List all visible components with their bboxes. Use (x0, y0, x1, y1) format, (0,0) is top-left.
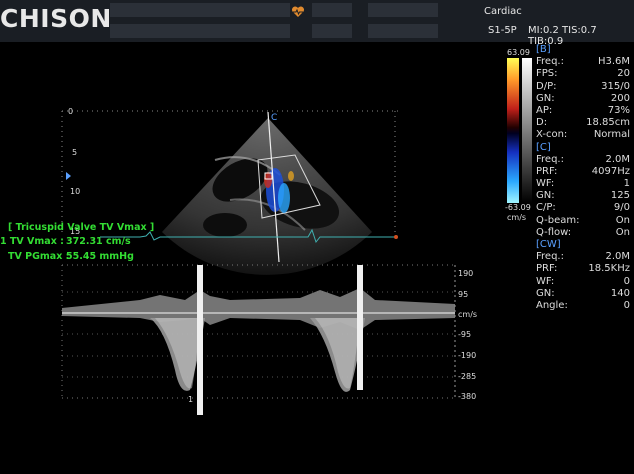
param-row: X-con: Normal (536, 129, 630, 141)
depth-tick-10: 10 (70, 187, 81, 196)
velocity-tick-95: 95 (458, 290, 469, 299)
param-label: WF: (536, 178, 555, 190)
orientation-marker: C (271, 113, 278, 123)
param-section-header: [C] (536, 142, 630, 154)
param-row: GN: 140 (536, 288, 630, 300)
param-label: AP: (536, 104, 553, 116)
param-row: FPS: 20 (536, 68, 630, 80)
param-section-header: [CW] (536, 239, 630, 251)
gray-map-bar (522, 58, 532, 203)
param-value: 9/0 (613, 202, 630, 214)
param-row: PRF: 18.5KHz (536, 263, 630, 275)
param-value: H3.6M (597, 56, 630, 68)
param-value: Normal (593, 129, 630, 141)
param-label: Freq.: (536, 153, 564, 165)
param-row: GN: 125 (536, 190, 630, 202)
param-row: PRF: 4097Hz (536, 166, 630, 178)
param-row: WF: 1 (536, 178, 630, 190)
param-value: On (615, 226, 630, 238)
param-label: WF: (536, 275, 555, 287)
param-value: 18.85cm (586, 117, 630, 129)
param-row: AP: 73% (536, 105, 630, 117)
measurement-value-vmax: 372.31 cm/s (66, 236, 131, 247)
velocity-tick-190: 190 (458, 269, 474, 278)
ecg-marker (394, 235, 398, 239)
section-label: [B] (536, 44, 551, 55)
param-label: Q-flow: (536, 226, 572, 238)
param-row: C/P: 9/0 (536, 202, 630, 214)
param-row: Freq.: 2.0M (536, 251, 630, 263)
param-value: 315/0 (601, 80, 630, 92)
param-value: 0 (623, 299, 630, 311)
param-value: On (615, 214, 630, 226)
caliper-label: 1 (188, 395, 194, 404)
parameter-panel: [B] Freq.: H3.6M FPS: 20 D/P: 315/0 GN: 200 AP: 73… (536, 44, 630, 312)
velocity-unit: cm/s (458, 310, 478, 319)
param-label: PRF: (536, 165, 558, 177)
param-row: GN: 200 (536, 93, 630, 105)
param-value: 4097Hz (591, 165, 630, 177)
param-label: D: (536, 117, 548, 129)
color-velocity-bar (507, 58, 519, 203)
param-label: GN: (536, 92, 555, 104)
param-section-header: [B] (536, 44, 630, 56)
param-value: 125 (610, 190, 630, 202)
param-label: GN: (536, 287, 555, 299)
measurement-label-pgmax: TV PGmax : (8, 251, 70, 262)
param-label: C/P: (536, 202, 556, 214)
param-value: 2.0M (605, 153, 630, 165)
param-row: D: 18.85cm (536, 117, 630, 129)
param-row: WF: 0 (536, 276, 630, 288)
param-row: Freq.: H3.6M (536, 56, 630, 68)
param-label: Q-beam: (536, 214, 580, 226)
param-row: Q-beam: On (536, 215, 630, 227)
param-row: Q-flow: On (536, 227, 630, 239)
focus-marker-icon[interactable] (66, 172, 71, 180)
velocity-tick-neg380: -380 (458, 392, 477, 401)
param-label: Freq.: (536, 251, 564, 263)
measurement-label-vmax: 1 TV Vmax : (0, 236, 64, 247)
velocity-tick-neg95: -95 (458, 330, 472, 339)
velocity-tick-neg190: -190 (458, 351, 477, 360)
velocity-tick-neg285: -285 (458, 372, 477, 381)
measurement-title: [ Tricuspid Valve TV Vmax ] (8, 222, 155, 233)
param-row: Angle: 0 (536, 300, 630, 312)
measurement-value-pgmax: 55.45 mmHg (66, 251, 134, 262)
param-value: 200 (610, 92, 630, 104)
param-value: 20 (617, 68, 630, 80)
param-label: X-con: (536, 129, 568, 141)
param-value: 18.5KHz (588, 263, 630, 275)
param-value: 1 (623, 178, 630, 190)
section-label: [CW] (536, 239, 561, 250)
colorbar-unit: cm/s (507, 213, 527, 222)
param-value: 140 (610, 287, 630, 299)
param-label: Freq.: (536, 56, 564, 68)
param-value: 2.0M (605, 251, 630, 263)
doppler-spectrum (61, 264, 456, 415)
depth-tick-5: 5 (72, 148, 78, 157)
section-label: [C] (536, 141, 551, 153)
param-label: GN: (536, 190, 555, 202)
param-label: PRF: (536, 263, 558, 275)
param-label: FPS: (536, 68, 558, 80)
param-label: Angle: (536, 299, 568, 311)
param-value: 0 (623, 275, 630, 287)
param-value: 73% (607, 104, 630, 116)
param-label: D/P: (536, 80, 557, 92)
param-row: Freq.: 2.0M (536, 154, 630, 166)
colorbar-top-label: 63.09 (507, 48, 530, 57)
colorbar-bottom-label: -63.09 (505, 203, 531, 212)
depth-tick-0: 0 (68, 107, 74, 116)
param-row: D/P: 315/0 (536, 81, 630, 93)
